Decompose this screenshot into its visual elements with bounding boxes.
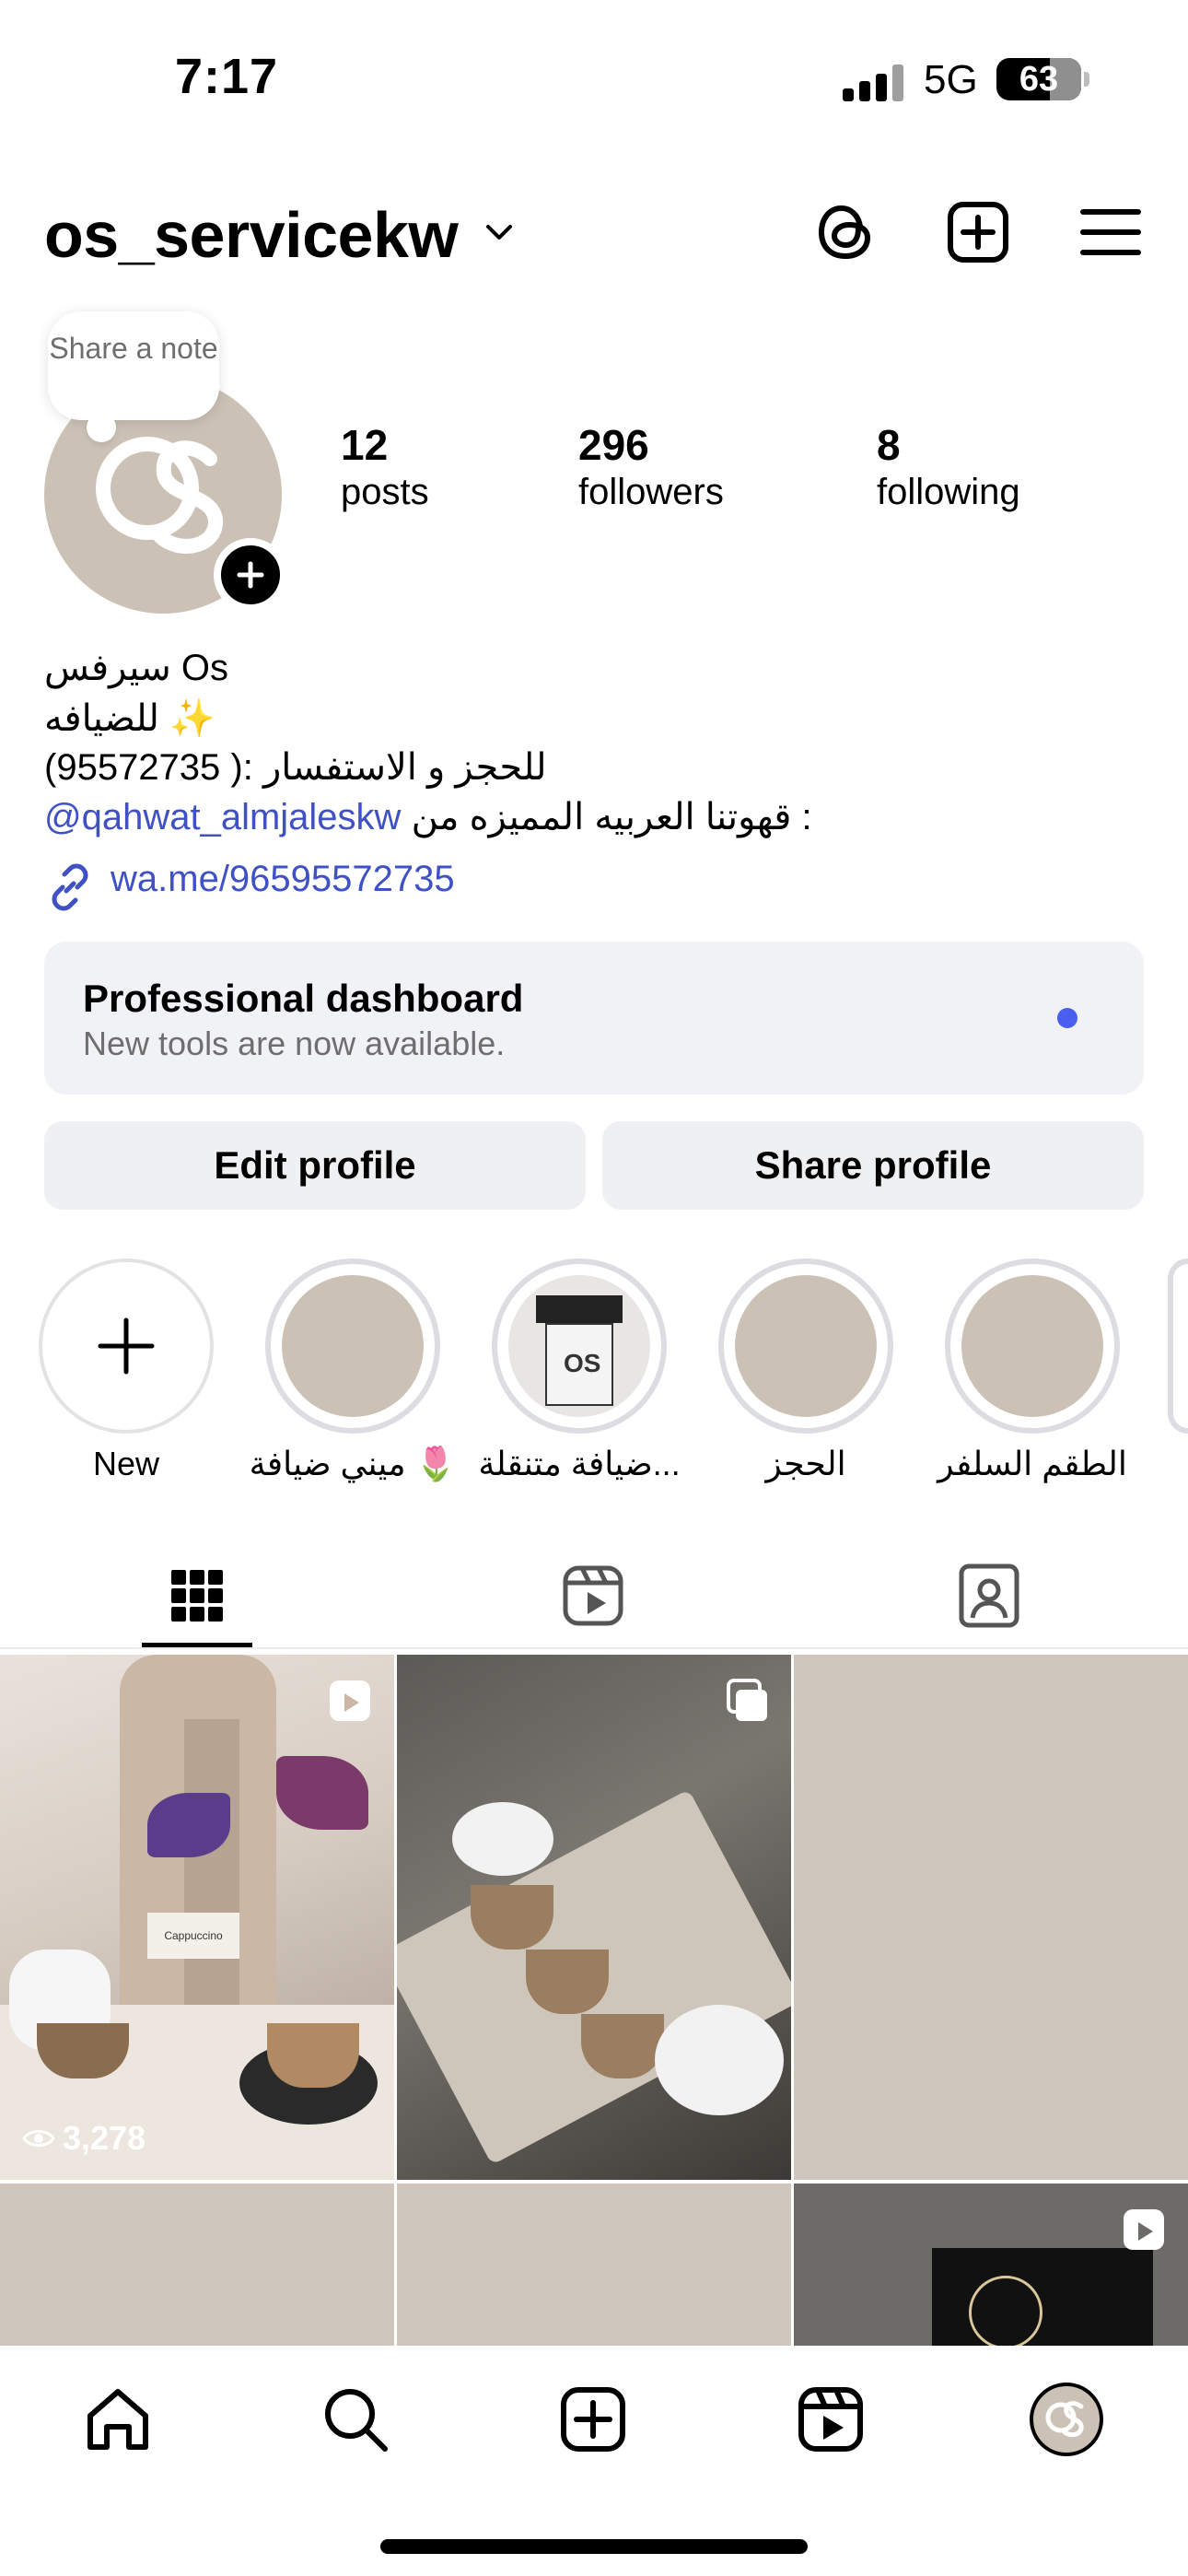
- plus-icon: [98, 1317, 155, 1375]
- home-icon[interactable]: [81, 2383, 155, 2456]
- following-count: 8: [877, 421, 901, 469]
- grid-icon[interactable]: [158, 1557, 236, 1634]
- bio-website-link[interactable]: wa.me/96595572735: [111, 859, 455, 900]
- following-stat[interactable]: 8 following: [877, 420, 1020, 513]
- post-views: 3,278: [22, 2119, 146, 2158]
- os-logo-small: [1045, 2401, 1084, 2438]
- posts-label: posts: [341, 472, 429, 512]
- bio-line-4: @qahwat_almjaleskw قهوتنا العربيه المميز…: [44, 796, 812, 838]
- highlight-label-3: ضيافة متنقلة...: [478, 1445, 681, 1482]
- highlight-6-partial[interactable]: [1168, 1259, 1188, 1434]
- link-icon: [52, 863, 88, 911]
- menu-icon[interactable]: [1072, 193, 1149, 271]
- note-text: Share a note: [49, 332, 218, 365]
- threads-icon[interactable]: [807, 193, 884, 271]
- reel-badge-icon: [330, 1680, 370, 1721]
- create-icon[interactable]: [556, 2383, 630, 2456]
- share-profile-button[interactable]: Share profile: [602, 1121, 1144, 1210]
- notification-dot: [1057, 1008, 1077, 1028]
- search-icon[interactable]: [319, 2383, 392, 2456]
- home-indicator[interactable]: [380, 2539, 808, 2554]
- highlight-label-new: New: [92, 1445, 160, 1482]
- highlight-label-2: ميني ضيافة 🌷: [249, 1445, 457, 1482]
- highlight-label-5: الطقم السلفر: [938, 1445, 1127, 1482]
- bio-line-2: للضيافه ✨: [44, 698, 215, 739]
- bio-line-4-text: قهوتنا العربيه المميزه من :: [411, 797, 812, 837]
- edit-profile-button[interactable]: Edit profile: [44, 1121, 586, 1210]
- tab-divider: [0, 1647, 1188, 1649]
- dashboard-title: Professional dashboard: [83, 977, 524, 1020]
- highlight-4[interactable]: [718, 1259, 893, 1434]
- plus-icon: [237, 561, 264, 589]
- tagged-icon[interactable]: [950, 1557, 1028, 1634]
- reel-badge-icon: [1124, 2209, 1164, 2250]
- chevron-down-icon[interactable]: [481, 214, 518, 251]
- add-post-icon[interactable]: [939, 193, 1017, 271]
- reels-tab-icon[interactable]: [554, 1557, 632, 1634]
- dashboard-subtitle: New tools are now available.: [83, 1025, 506, 1062]
- bio-line-3: للحجز و الاستفسار :( 95572735): [44, 747, 547, 788]
- profile-avatar-nav[interactable]: [1030, 2383, 1103, 2456]
- status-time: 7:17: [175, 49, 279, 104]
- grid-post-1[interactable]: Cappuccino 3,278: [0, 1655, 394, 2180]
- grid-post-4[interactable]: [0, 2184, 394, 2349]
- share-note-bubble[interactable]: Share a note: [48, 311, 219, 442]
- posts-stat[interactable]: 12 posts: [341, 420, 429, 513]
- network-label: 5G: [924, 57, 978, 102]
- followers-stat[interactable]: 296 followers: [578, 420, 724, 513]
- grid-post-3[interactable]: [794, 1655, 1188, 2180]
- professional-dashboard-card[interactable]: Professional dashboard New tools are now…: [44, 942, 1144, 1095]
- battery-icon: 63: [996, 58, 1089, 100]
- bio-name: سيرفس Os: [44, 648, 229, 688]
- signal-icon: [843, 64, 903, 101]
- carousel-badge-icon: [727, 1679, 767, 1721]
- grid-post-2[interactable]: [397, 1655, 791, 2180]
- followers-label: followers: [578, 472, 724, 512]
- bio-mention-link[interactable]: @qahwat_almjaleskw: [44, 797, 401, 837]
- posts-count: 12: [341, 421, 389, 469]
- highlight-5[interactable]: [945, 1259, 1120, 1434]
- battery-level: 63: [1019, 59, 1059, 99]
- add-story-button[interactable]: [214, 538, 287, 612]
- grid-post-6[interactable]: [794, 2184, 1188, 2349]
- followers-count: 296: [578, 421, 649, 469]
- eye-icon: [22, 2130, 55, 2147]
- highlight-2[interactable]: [265, 1259, 440, 1434]
- highlight-label-4: الحجز: [765, 1445, 846, 1482]
- profile-username[interactable]: os_servicekw: [44, 198, 459, 272]
- highlight-new[interactable]: [39, 1259, 214, 1434]
- grid-post-5[interactable]: [397, 2184, 791, 2349]
- views-count: 3,278: [63, 2119, 146, 2157]
- following-label: following: [877, 472, 1020, 512]
- reels-icon[interactable]: [794, 2383, 868, 2456]
- highlight-3[interactable]: OS: [492, 1259, 667, 1434]
